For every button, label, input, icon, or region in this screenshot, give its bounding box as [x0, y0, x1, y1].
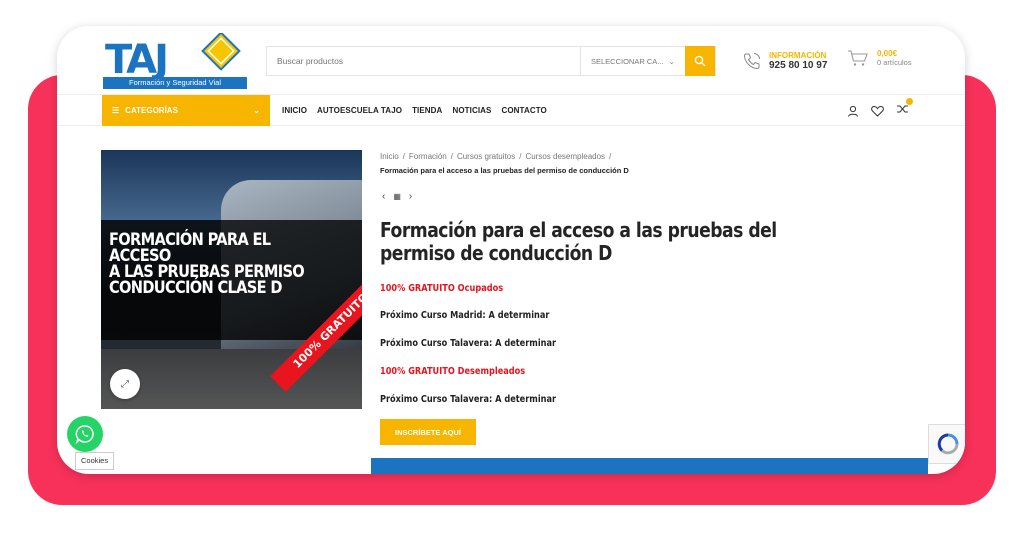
breadcrumb-separator: /: [609, 152, 612, 161]
info-phone: 925 80 10 97: [769, 60, 828, 71]
whatsapp-icon: [75, 425, 94, 444]
cart-icon: [848, 50, 868, 66]
search-button[interactable]: [685, 46, 715, 76]
chevron-left-icon[interactable]: ‹: [382, 191, 385, 202]
category-select[interactable]: SELECCIONAR CA... ⌄: [580, 47, 685, 75]
zoom-button[interactable]: ⤢: [110, 369, 140, 399]
cart-total: 0,00€: [877, 49, 898, 58]
offer-line: Próximo Curso Talavera: A determinar: [380, 394, 557, 405]
menu-item-contacto[interactable]: CONTACTO: [501, 106, 546, 115]
browser-window: TAJ Formación y Seguridad Vial SELECCION…: [57, 26, 965, 474]
cart-widget[interactable]: 0,00€ 0 artículos: [847, 48, 912, 68]
cart-text: 0,00€ 0 artículos: [877, 49, 912, 67]
user-icon[interactable]: [847, 105, 859, 117]
grid-icon[interactable]: ▦: [393, 192, 401, 201]
categories-label: CATEGORÍAS: [125, 106, 178, 115]
image-caption-line: CONDUCCIÓN CLASE D: [109, 278, 282, 298]
logo-tagline: Formación y Seguridad Vial: [103, 77, 247, 89]
menu: INICIO AUTOESCUELA TAJO TIENDA NOTICIAS …: [282, 95, 547, 126]
search-input[interactable]: [267, 47, 580, 75]
contact-info[interactable]: INFORMACIÓN 925 80 10 97: [742, 46, 827, 76]
info-title: INFORMACIÓN: [769, 51, 827, 60]
whatsapp-button[interactable]: [67, 416, 103, 452]
offer-line: 100% GRATUITO Ocupados: [380, 283, 504, 294]
site-logo[interactable]: TAJ Formación y Seguridad Vial: [103, 31, 247, 89]
compare-button[interactable]: [896, 97, 913, 120]
contact-text: INFORMACIÓN 925 80 10 97: [769, 51, 827, 71]
stage: TAJ Formación y Seguridad Vial SELECCION…: [0, 0, 1024, 536]
image-caption: FORMACIÓN PARA EL ACCESO A LAS PRUEBAS P…: [109, 230, 307, 298]
hamburger-icon: ☰: [112, 106, 120, 115]
cookies-button[interactable]: Cookies: [75, 452, 115, 470]
breadcrumb-link[interactable]: Cursos gratuitos: [457, 152, 515, 161]
search-icon: [694, 55, 706, 67]
enroll-button[interactable]: INSCRÍBETE AQUÍ: [380, 419, 476, 445]
search-bar: SELECCIONAR CA... ⌄: [266, 46, 716, 76]
menu-item-tienda[interactable]: TIENDA: [412, 106, 442, 115]
image-road: [101, 349, 362, 409]
product-title: Formación para el acceso a las pruebas d…: [380, 218, 777, 265]
offer-line: Próximo Curso Madrid: A determinar: [380, 310, 550, 321]
breadcrumb-link[interactable]: Formación: [409, 152, 447, 161]
image-caption-line: FORMACIÓN PARA EL ACCESO: [109, 230, 271, 266]
menu-item-noticias[interactable]: NOTICIAS: [452, 106, 491, 115]
breadcrumb-separator: /: [450, 152, 453, 161]
chevron-right-icon[interactable]: ›: [409, 191, 412, 202]
info-bar: [371, 458, 928, 474]
svg-text:TAJ: TAJ: [105, 37, 166, 77]
main-nav: ☰ CATEGORÍAS ⌄ INICIO AUTOESCUELA TAJO T…: [57, 94, 965, 126]
menu-item-inicio[interactable]: INICIO: [282, 106, 307, 115]
phone-icon: [743, 53, 760, 70]
logo-graphic: TAJ: [105, 31, 241, 83]
heart-icon[interactable]: [871, 105, 884, 117]
chevron-down-icon: ⌄: [668, 56, 675, 66]
site-header: TAJ Formación y Seguridad Vial SELECCION…: [57, 26, 965, 94]
nav-icons: [847, 95, 913, 126]
offer-line: 100% GRATUITO Desempleados: [380, 366, 526, 377]
breadcrumb-link[interactable]: Inicio: [380, 152, 399, 161]
compare-badge: [906, 97, 913, 105]
product-image[interactable]: FORMACIÓN PARA EL ACCESO A LAS PRUEBAS P…: [101, 150, 362, 409]
chevron-down-icon: ⌄: [253, 106, 260, 115]
breadcrumb: Inicio / Formación / Cursos gratuitos / Cursos…: [380, 152, 615, 161]
recaptcha-icon: [937, 433, 959, 455]
menu-item-autoescuela[interactable]: AUTOESCUELA TAJO: [317, 106, 402, 115]
breadcrumb-current: Formación para el acceso a las pruebas d…: [380, 166, 629, 175]
breadcrumb-separator: /: [519, 152, 522, 161]
product-navigation: ‹ ▦ ›: [382, 191, 412, 202]
expand-icon: ⤢: [121, 378, 129, 390]
cart-count: 0 artículos: [877, 58, 912, 67]
recaptcha-badge: [928, 424, 965, 464]
breadcrumb-link[interactable]: Cursos desempleados: [525, 152, 605, 161]
category-select-label: SELECCIONAR CA...: [591, 56, 664, 66]
offer-line: Próximo Curso Talavera: A determinar: [380, 338, 557, 349]
categories-button[interactable]: ☰ CATEGORÍAS ⌄: [102, 95, 270, 126]
breadcrumb-separator: /: [402, 152, 405, 161]
